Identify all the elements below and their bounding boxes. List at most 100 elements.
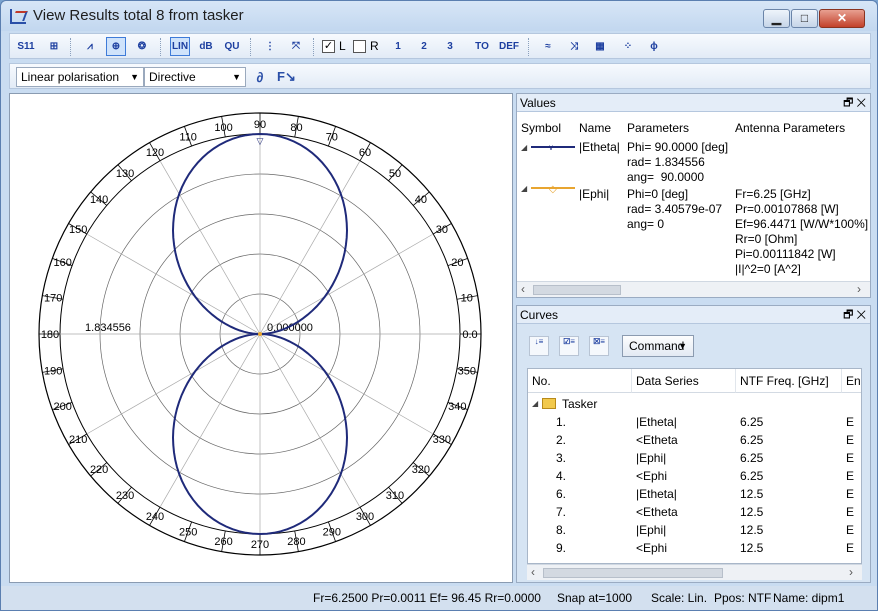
values-title-text: Values xyxy=(520,96,556,110)
close-button[interactable]: ✕ xyxy=(819,9,865,28)
pane-close-icon[interactable]: ✕ xyxy=(856,309,866,321)
values-pane-title: Values 🗗 ✕ xyxy=(517,94,870,112)
ephi-legend-marker: ◇ xyxy=(549,184,557,195)
remove-curves-button[interactable]: ☒≡ xyxy=(589,336,609,356)
formula-tool[interactable]: F↘ xyxy=(276,67,296,86)
zoom-fit-tool[interactable]: ⤧ xyxy=(286,37,306,56)
left-axis-checkbox[interactable]: ✓ xyxy=(322,40,335,53)
curve-row-series: |Etheta| xyxy=(636,487,677,501)
curve-row[interactable]: 7. <Etheta 12.5 E xyxy=(528,503,861,521)
dropdown-arrow-icon: ▼ xyxy=(678,341,687,351)
curve-row[interactable]: 2. <Etheta 6.25 E xyxy=(528,431,861,449)
angle-label: 70 xyxy=(326,132,338,144)
curve-row[interactable]: 8. |Ephi| 12.5 E xyxy=(528,521,861,539)
curves-grid: No. Data Series NTF Freq. [GHz] Ena ◢ Ta… xyxy=(527,368,862,564)
curve-2-tool[interactable]: 2 xyxy=(414,37,434,56)
right-axis-checkbox[interactable] xyxy=(353,40,366,53)
col-header-freq[interactable]: NTF Freq. [GHz] xyxy=(736,369,842,393)
curves-pane: Curves 🗗 ✕ ↓≡ ☑≡ ☒≡ Command ▼ No. Data S… xyxy=(516,305,871,583)
smith-chart-tool[interactable]: ❂ xyxy=(132,37,152,56)
curve-row[interactable]: 1. |Etheta| 6.25 E xyxy=(528,413,861,431)
fill-tool[interactable]: ▦ xyxy=(590,37,610,56)
curve-3-tool[interactable]: 3 xyxy=(440,37,460,56)
wave-tool[interactable]: ≈ xyxy=(538,37,558,56)
antenna-ef: Ef=96.4471 [W/W*100%] xyxy=(735,217,869,231)
curve-row-number: 7. xyxy=(556,505,567,519)
mode-select[interactable]: Directive ▼ xyxy=(144,67,246,87)
angle-label: 30 xyxy=(436,224,448,236)
angle-label: 90 xyxy=(254,119,266,131)
antenna-fr: Fr=6.25 [GHz] xyxy=(735,187,811,201)
scroll-thumb[interactable] xyxy=(533,285,621,295)
qu-scale-tool[interactable]: QU xyxy=(222,37,242,56)
select-curves-button[interactable]: ☑≡ xyxy=(559,336,579,356)
angle-label: 190 xyxy=(44,365,62,377)
curve-1-tool[interactable]: 1 xyxy=(388,37,408,56)
curve-row-freq: 12.5 xyxy=(740,541,764,555)
curve-row-ena: E xyxy=(846,541,855,555)
cartesian-plot-tool[interactable]: ⩘ xyxy=(80,37,100,56)
pane-restore-icon[interactable]: 🗗 xyxy=(843,97,853,109)
values-hscrollbar[interactable]: ‹ › xyxy=(517,281,870,297)
title-bar[interactable]: View Results total 8 from tasker ▁ □ ✕ xyxy=(1,1,877,31)
curve-row-series: |Etheta| xyxy=(636,415,677,429)
scroll-left-icon[interactable]: ‹ xyxy=(531,565,535,579)
angle-label: 300 xyxy=(356,511,374,523)
col-header-series[interactable]: Data Series xyxy=(632,369,736,393)
polarisation-select[interactable]: Linear polarisation ▼ xyxy=(16,67,144,87)
zoom-fit-icon: ⤧ xyxy=(292,41,300,52)
grid-spoke xyxy=(259,233,434,335)
tasker-group-row[interactable]: ◢ Tasker xyxy=(528,395,861,413)
main-toolbar: S11 ⊞ ⩘ ⊕ ❂ LIN dB QU ⋮ ⤧ ✓ L R 1 2 3 TO… xyxy=(9,33,871,59)
axis-s-param-tool[interactable]: S11 xyxy=(16,37,36,56)
curve-row[interactable]: 4. <Ephi 6.25 E xyxy=(528,467,861,485)
command-button[interactable]: Command ▼ xyxy=(622,335,694,357)
axis-grid-tool[interactable]: ⊞ xyxy=(44,37,64,56)
scatter-tool[interactable]: ⁘ xyxy=(618,37,638,56)
pane-restore-icon[interactable]: 🗗 xyxy=(843,309,853,321)
curve-row-series: <Ephi xyxy=(636,541,668,555)
curve-row-series: |Ephi| xyxy=(636,523,667,537)
minimize-icon: ▁ xyxy=(771,11,782,25)
marker-tool[interactable]: ⋮ xyxy=(260,37,280,56)
linear-scale-tool[interactable]: LIN xyxy=(170,37,190,56)
curve-row-series: <Etheta xyxy=(636,505,678,519)
dropdown-arrow-icon: ▼ xyxy=(232,72,241,82)
maximize-button[interactable]: □ xyxy=(791,9,818,28)
wave-icon: ≈ xyxy=(545,41,551,52)
pane-close-icon[interactable]: ✕ xyxy=(856,97,866,109)
curve-row[interactable]: 9. <Ephi 12.5 E xyxy=(528,539,861,557)
db-scale-tool[interactable]: dB xyxy=(196,37,216,56)
qu-scale-icon: QU xyxy=(224,41,240,52)
angle-label: 210 xyxy=(69,434,87,446)
sort-curves-button[interactable]: ↓≡ xyxy=(529,336,549,356)
status-scale: Scale: Lin. xyxy=(651,591,708,605)
polar-plot[interactable]: 0.0 10 20 30 40 50 60 70 80 90 100 110 120 130 140 150 1… xyxy=(10,94,512,582)
scroll-left-icon[interactable]: ‹ xyxy=(521,282,525,296)
curve-row-ena: E xyxy=(846,469,855,483)
def-tool[interactable]: DEF xyxy=(498,37,519,56)
radius-max-label: 1.834556 xyxy=(85,322,131,334)
to-tool[interactable]: TO xyxy=(472,37,492,56)
angle-label: 290 xyxy=(323,526,341,538)
expand-icon[interactable]: ◢ xyxy=(532,395,538,413)
angle-label: 350 xyxy=(458,365,476,377)
curve-row[interactable]: 3. |Ephi| 6.25 E xyxy=(528,449,861,467)
col-header-no[interactable]: No. xyxy=(528,369,632,393)
scroll-right-icon[interactable]: › xyxy=(857,282,861,296)
expand-icon: ◢ xyxy=(521,184,528,193)
tasker-group-label: Tasker xyxy=(562,397,598,411)
pattern-tool[interactable]: ⤨ xyxy=(564,37,584,56)
curve-style-tool[interactable]: ∂ xyxy=(250,67,270,86)
col-header-ena[interactable]: Ena xyxy=(842,369,861,393)
polar-plot-panel[interactable]: 0.0 10 20 30 40 50 60 70 80 90 100 110 120 130 140 150 1… xyxy=(9,93,513,583)
polar-plot-tool[interactable]: ⊕ xyxy=(106,37,126,56)
fill-icon: ▦ xyxy=(595,41,605,52)
scroll-thumb[interactable] xyxy=(543,568,723,578)
minimize-button[interactable]: ▁ xyxy=(763,9,790,28)
curve-row[interactable]: 6. |Etheta| 12.5 E xyxy=(528,485,861,503)
curves-hscrollbar[interactable]: ‹ › xyxy=(527,564,862,580)
scroll-right-icon[interactable]: › xyxy=(849,565,853,579)
phase-tool[interactable]: ϕ xyxy=(644,37,664,56)
expand-icon: ◢ xyxy=(521,143,528,152)
